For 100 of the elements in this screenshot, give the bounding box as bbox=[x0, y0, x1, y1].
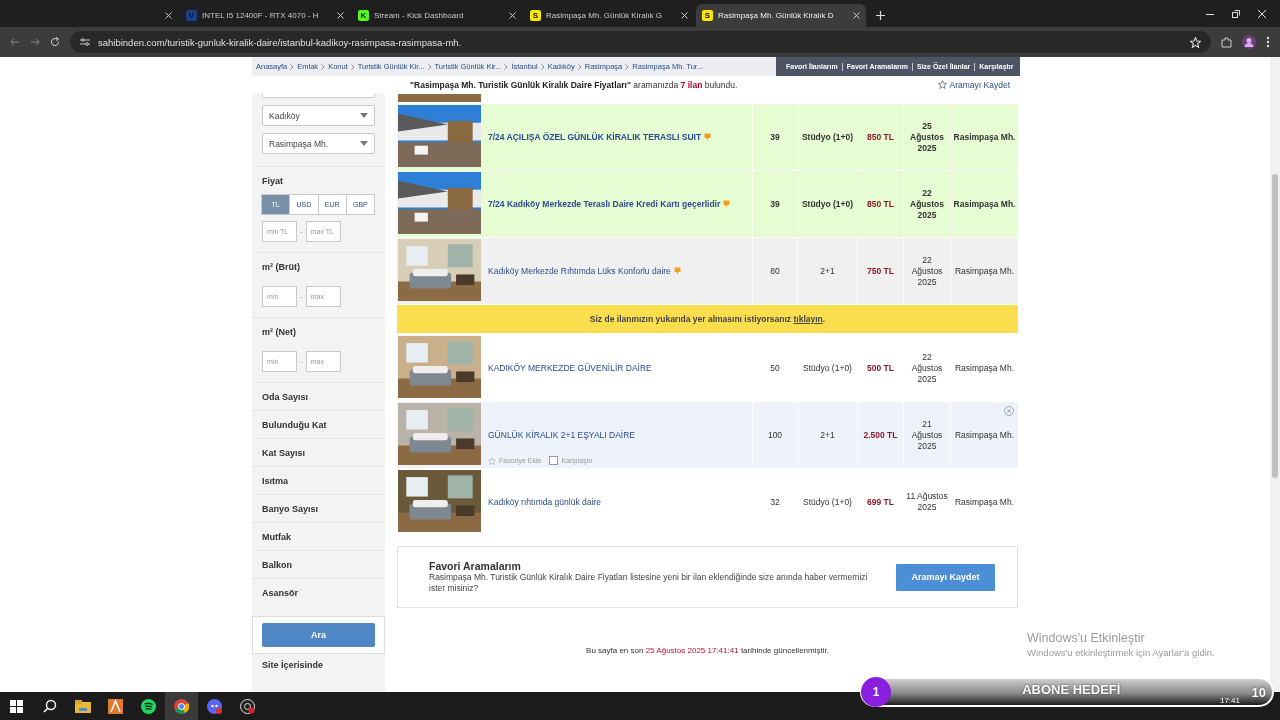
location-cell: Rasimpaşa Mh. bbox=[950, 171, 1018, 237]
chevron-icon bbox=[577, 63, 582, 70]
menu-icon[interactable] bbox=[1266, 36, 1270, 48]
filter-heading[interactable]: Isıtma bbox=[262, 467, 375, 494]
restore-icon[interactable] bbox=[1232, 9, 1240, 18]
listing-title[interactable]: 7/24 Kadıköy Merkezde Teraslı Daire Kredi Kartı geçerlidir bbox=[488, 199, 721, 209]
update-notice: Bu sayfa en son 25 Ağustos 2025 17:41:41 tarihinde güncellenmiştir. bbox=[586, 646, 829, 655]
activation-text: Windows'u etkinleştirmek için Ayarlar'a gidin. bbox=[1027, 647, 1215, 658]
bookmark-star-icon[interactable] bbox=[1190, 36, 1201, 48]
area-cell: 39 bbox=[752, 104, 797, 170]
listing-row[interactable]: Kadıköy Merkezde Rıhtımda Lüks Konforlu daire 80 2+1 750 TL 22 Ağustos 2025 Rasimpaşa Mh. bbox=[397, 238, 1018, 305]
filter-heading[interactable]: Bulunduğu Kat bbox=[262, 411, 375, 438]
browser-tab[interactable]: K Stream - Kick Dashboard bbox=[352, 4, 522, 27]
range-dash: - bbox=[300, 357, 303, 366]
card-title: Favori Aramalarım bbox=[429, 560, 522, 572]
chat-app-icon[interactable] bbox=[207, 698, 222, 714]
date-cell: 21 Ağustos 2025 bbox=[903, 402, 950, 468]
price-cell: 850 TL bbox=[857, 104, 903, 170]
date-cell: 25 Ağustos 2025 bbox=[903, 104, 950, 170]
close-icon[interactable] bbox=[165, 12, 172, 19]
browser-tab[interactable]: S Rasimpaşa Mh. Günlük Kiralık D bbox=[696, 4, 866, 27]
filter-heading[interactable]: m² (Net) bbox=[262, 318, 375, 345]
favicon: S bbox=[702, 10, 713, 21]
listing-title[interactable]: KADIKÖY MERKEZDE GÜVENİLİR DAİRE bbox=[488, 363, 652, 373]
listing-row[interactable]: KADIKÖY MERKEZDE GÜVENİLİR DAİRE 50 Stüdyo (1+0) 500 TL 22 Ağustos 2025 Rasimpaşa Mh. bbox=[397, 335, 1018, 402]
search-button[interactable]: Ara bbox=[262, 623, 375, 647]
listing-title[interactable]: Kadıköy Merkezde Rıhtımda Lüks Konforlu daire bbox=[488, 266, 671, 276]
listing-row[interactable]: 7/24 Kadıköy Merkezde Teraslı Daire Kredi Kartı geçerlidir 39 Stüdyo (1+0) 850 TL 22 Ağustos 2025 Rasimpaşa Mh. bbox=[397, 171, 1018, 238]
clock[interactable]: 17:41 bbox=[1219, 696, 1240, 705]
filter-heading[interactable]: Oda Sayısı bbox=[262, 383, 375, 410]
area-cell: 32 bbox=[752, 469, 797, 535]
avatar-icon[interactable] bbox=[1242, 35, 1256, 49]
result-summary: "Rasimpaşa Mh. Turistik Günlük Kiralık Daire Fiyatları" aramanızda 7 ilan bulundu. bbox=[410, 79, 738, 90]
chevron-icon bbox=[625, 63, 630, 70]
browser-icon[interactable] bbox=[174, 698, 189, 714]
rooms-cell: 2+1 bbox=[797, 238, 857, 304]
filter-heading[interactable]: Balkon bbox=[262, 551, 375, 578]
date-cell: 11 Ağustos 2025 bbox=[903, 469, 950, 535]
scrollbar[interactable] bbox=[1270, 57, 1280, 692]
favicon: S bbox=[530, 10, 541, 21]
back-icon[interactable] bbox=[10, 37, 20, 47]
app-icon[interactable] bbox=[108, 698, 123, 714]
dropdown-field[interactable]: Kadıköy bbox=[262, 105, 375, 126]
close-icon[interactable] bbox=[853, 12, 860, 19]
browser-tab[interactable]: V INTEL I5 12400F - RTX 4070 - H bbox=[180, 4, 350, 27]
dropdown-field[interactable]: Rasimpaşa Mh. bbox=[262, 133, 375, 154]
favicon: V bbox=[186, 10, 197, 21]
price-cell: 2.500 TL bbox=[857, 402, 903, 468]
start-icon[interactable] bbox=[10, 699, 23, 713]
date-cell: 22 Ağustos 2025 bbox=[903, 335, 950, 401]
date-cell: 22 Ağustos 2025 bbox=[903, 238, 950, 304]
filter-heading[interactable]: Mutfak bbox=[262, 523, 375, 550]
save-search-link[interactable]: Aramayı Kaydet bbox=[937, 79, 1010, 90]
price-cell: 699 TL bbox=[857, 469, 903, 535]
filter-heading[interactable]: Fiyat bbox=[262, 167, 375, 194]
range-dash: - bbox=[300, 227, 303, 236]
star-icon bbox=[488, 456, 496, 465]
chevron-icon bbox=[540, 63, 545, 70]
filter-heading[interactable]: Kat Sayısı bbox=[262, 439, 375, 466]
location-cell: Rasimpaşa Mh. bbox=[950, 238, 1018, 304]
close-icon[interactable] bbox=[681, 12, 688, 19]
activation-title: Windows'u Etkinleştir bbox=[1027, 631, 1146, 645]
filter-heading[interactable]: Site İçerisinde bbox=[262, 651, 375, 678]
tab-title: INTEL I5 12400F - RTX 4070 - H bbox=[202, 11, 320, 20]
site-info-icon[interactable] bbox=[80, 38, 90, 46]
area-cell: 50 bbox=[752, 335, 797, 401]
listing-title[interactable]: GÜNLÜK KİRALIK 2+1 EŞYALI DAİRE bbox=[488, 430, 635, 440]
tab-title: Rasimpaşa Mh. Günlük Kiralık D bbox=[718, 11, 835, 20]
listing-row[interactable]: 7/24 AÇILIŞA ÖZEL GÜNLÜK KİRALIK TERASLI SUIT 39 Stüdyo (1+0) 850 TL 25 Ağustos 2025 Rasimpaşa Mh. bbox=[397, 104, 1018, 171]
listing-title[interactable]: 7/24 AÇILIŞA ÖZEL GÜNLÜK KİRALIK TERASLI SUIT bbox=[488, 132, 702, 142]
music-app-icon[interactable] bbox=[141, 698, 156, 714]
filter-heading[interactable]: m² (Brüt) bbox=[262, 253, 375, 280]
range-dash: - bbox=[300, 292, 303, 301]
address-bar[interactable]: sahibinden.com/turistik-gunluk-kiralik-daire/istanbul-kadikoy-rasimpasa-rasimpasa-mh. bbox=[70, 31, 1211, 53]
new-tab-icon[interactable] bbox=[876, 11, 885, 20]
chevron-icon bbox=[350, 63, 355, 70]
forward-icon[interactable] bbox=[30, 37, 40, 47]
search-icon[interactable] bbox=[42, 699, 57, 713]
close-icon[interactable] bbox=[509, 12, 516, 19]
rooms-cell: Stüdyo (1+0) bbox=[797, 171, 857, 237]
caret-icon bbox=[360, 141, 368, 146]
promo-text: Siz de ilanınızın yukarıda yer almasını istiyorsanız bbox=[589, 314, 793, 324]
browser-tab[interactable]: S Rasimpaşa Mh. Günlük Kiralık G bbox=[524, 4, 694, 27]
listing-title[interactable]: Kadıköy rıhtımda günlük daire bbox=[488, 497, 601, 507]
recorder-icon[interactable] bbox=[240, 698, 255, 714]
rooms-cell: 2+1 bbox=[797, 402, 857, 468]
filter-heading[interactable]: Asansör bbox=[262, 579, 375, 606]
area-cell: 39 bbox=[752, 171, 797, 237]
close-icon[interactable] bbox=[337, 12, 344, 19]
filter-heading[interactable]: Banyo Sayısı bbox=[262, 495, 375, 522]
folder-icon[interactable] bbox=[74, 699, 91, 713]
tab-title: Rasimpaşa Mh. Günlük Kiralık G bbox=[546, 11, 664, 20]
date-cell: 22 Ağustos 2025 bbox=[903, 171, 950, 237]
reload-icon[interactable] bbox=[50, 37, 60, 47]
location-cell: Rasimpaşa Mh. bbox=[950, 104, 1018, 170]
rooms-cell: Stüdyo (1+0) bbox=[797, 335, 857, 401]
favicon: K bbox=[358, 10, 369, 21]
price-cell: 750 TL bbox=[857, 238, 903, 304]
chevron-icon bbox=[504, 63, 509, 70]
promo-link[interactable]: tıklayın bbox=[793, 314, 823, 324]
